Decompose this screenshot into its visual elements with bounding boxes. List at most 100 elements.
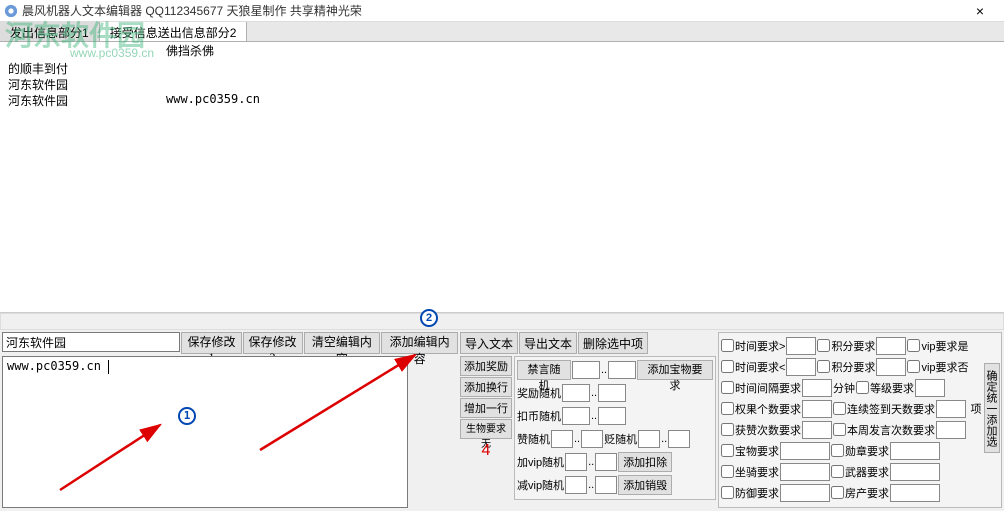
- bio-req-none-button[interactable]: 生物要求无: [460, 419, 512, 439]
- tab-bar: 发出信息部分1 接受信息送出信息部分2: [0, 22, 1004, 42]
- deduct-max-input[interactable]: [598, 407, 626, 425]
- add-deduct-button[interactable]: 添加扣除: [618, 452, 672, 472]
- defense-input[interactable]: [780, 484, 830, 502]
- praise-max-input[interactable]: [581, 430, 603, 448]
- range-dots: ..: [661, 433, 667, 445]
- minute-label: 分钟: [833, 380, 855, 396]
- score-req1-label: 积分要求: [831, 338, 875, 354]
- subvip-max-input[interactable]: [595, 476, 617, 494]
- horizontal-scrollbar[interactable]: [0, 313, 1004, 330]
- titlebar: 晨风机器人文本编辑器 QQ112345677 天狼星制作 共享精神光荣 ×: [0, 0, 1004, 22]
- score-req2-check[interactable]: [817, 360, 830, 373]
- textarea-content: www.pc0359.cn: [7, 359, 101, 373]
- vip-yes-check[interactable]: [907, 339, 920, 352]
- reward-max-input[interactable]: [598, 384, 626, 402]
- weekspeak-check[interactable]: [833, 423, 846, 436]
- addvip-max-input[interactable]: [595, 453, 617, 471]
- edit-textarea[interactable]: www.pc0359.cn 1: [2, 356, 408, 508]
- name-input[interactable]: [2, 332, 180, 352]
- signin-input[interactable]: [936, 400, 966, 418]
- vip-no-check[interactable]: [907, 360, 920, 373]
- addvip-min-input[interactable]: [565, 453, 587, 471]
- weekspeak-label: 本周发言次数要求: [847, 422, 935, 438]
- level-label: 等级要求: [870, 380, 914, 396]
- ban-random-button[interactable]: 禁言随机: [517, 360, 571, 380]
- blame-random-label: 贬随机: [604, 431, 637, 447]
- tab-send-part1[interactable]: 发出信息部分1: [0, 22, 100, 41]
- annotation-marker-1: 1: [178, 407, 196, 425]
- signin-check[interactable]: [833, 402, 846, 415]
- range-dots: ..: [588, 456, 594, 468]
- list-view[interactable]: 的顺丰到付 河东软件园 河东软件园 www.pc0359.cn: [0, 60, 1004, 313]
- interval-check[interactable]: [721, 381, 734, 394]
- mount-check[interactable]: [721, 465, 734, 478]
- left-column: 保存修改1 保存修改2 清空编辑内容 添加编辑内容 www.pc0359.cn …: [2, 332, 458, 508]
- weekspeak-input[interactable]: [936, 421, 966, 439]
- add-newline-button[interactable]: 添加换行: [460, 377, 512, 397]
- add-row-button[interactable]: 增加一行: [460, 398, 512, 418]
- weapon-check[interactable]: [831, 465, 844, 478]
- time-lt-input[interactable]: [786, 358, 816, 376]
- blame-max-input[interactable]: [668, 430, 690, 448]
- ban-max-input[interactable]: [608, 361, 636, 379]
- fruitcount-check[interactable]: [721, 402, 734, 415]
- close-button[interactable]: ×: [960, 1, 1000, 21]
- deduct-min-input[interactable]: [562, 407, 590, 425]
- add-edit-button[interactable]: 添加编辑内容: [381, 332, 458, 354]
- save1-button[interactable]: 保存修改1: [181, 332, 241, 354]
- list-cell: 河东软件园: [8, 92, 166, 108]
- subvip-random-label: 减vip随机: [517, 477, 564, 493]
- list-header: 佛挡杀佛: [0, 42, 1004, 60]
- level-check[interactable]: [856, 381, 869, 394]
- time-lt-check[interactable]: [721, 360, 734, 373]
- import-text-button[interactable]: 导入文本: [460, 332, 518, 354]
- score-req2-label: 积分要求: [831, 359, 875, 375]
- range-dots: ..: [591, 387, 597, 399]
- medal-check[interactable]: [831, 444, 844, 457]
- header-col1: [8, 42, 166, 60]
- app-icon: [4, 4, 18, 18]
- list-row[interactable]: 河东软件园 www.pc0359.cn: [8, 92, 996, 108]
- score-req2-input[interactable]: [876, 358, 906, 376]
- weapon-input[interactable]: [890, 463, 940, 481]
- clear-edit-button[interactable]: 清空编辑内容: [304, 332, 381, 354]
- praise-check[interactable]: [721, 423, 734, 436]
- save2-button[interactable]: 保存修改2: [243, 332, 303, 354]
- time-gt-check[interactable]: [721, 339, 734, 352]
- praise-input[interactable]: [802, 421, 832, 439]
- score-req1-input[interactable]: [876, 337, 906, 355]
- property-check[interactable]: [831, 486, 844, 499]
- mount-input[interactable]: [780, 463, 830, 481]
- score-req1-check[interactable]: [817, 339, 830, 352]
- add-treasure-req-button[interactable]: 添加宝物要求: [637, 360, 713, 380]
- property-input[interactable]: [890, 484, 940, 502]
- praise-min-input[interactable]: [551, 430, 573, 448]
- lower-panel: 保存修改1 保存修改2 清空编辑内容 添加编辑内容 www.pc0359.cn …: [0, 330, 1004, 510]
- treasure-check[interactable]: [721, 444, 734, 457]
- subvip-min-input[interactable]: [565, 476, 587, 494]
- vip-yes-label: vip要求是: [921, 338, 968, 354]
- medal-input[interactable]: [890, 442, 940, 460]
- reward-min-input[interactable]: [562, 384, 590, 402]
- confirm-add-options-button[interactable]: 确定统一添加选项: [984, 363, 1000, 453]
- text-cursor: [108, 360, 109, 374]
- export-text-button[interactable]: 导出文本: [519, 332, 577, 354]
- defense-check[interactable]: [721, 486, 734, 499]
- delete-selected-button[interactable]: 删除选中项: [578, 332, 648, 354]
- blame-min-input[interactable]: [638, 430, 660, 448]
- add-destroy-button[interactable]: 添加销毁: [618, 475, 672, 495]
- time-gt-input[interactable]: [786, 337, 816, 355]
- range-dots: ..: [601, 364, 607, 376]
- header-col2: 佛挡杀佛: [166, 42, 214, 60]
- list-row[interactable]: 的顺丰到付: [8, 60, 996, 76]
- list-row[interactable]: 河东软件园: [8, 76, 996, 92]
- add-reward-button[interactable]: 添加奖励: [460, 356, 512, 376]
- vip-no-label: vip要求否: [921, 359, 968, 375]
- requirements-panel: 时间要求> 积分要求 vip要求是 时间要求< 积分要求 vip要求否 时间间隔…: [718, 332, 1002, 508]
- fruitcount-input[interactable]: [802, 400, 832, 418]
- ban-min-input[interactable]: [572, 361, 600, 379]
- interval-input[interactable]: [802, 379, 832, 397]
- treasure-input[interactable]: [780, 442, 830, 460]
- tab-receive-send-part2[interactable]: 接受信息送出信息部分2: [100, 22, 248, 41]
- level-input[interactable]: [915, 379, 945, 397]
